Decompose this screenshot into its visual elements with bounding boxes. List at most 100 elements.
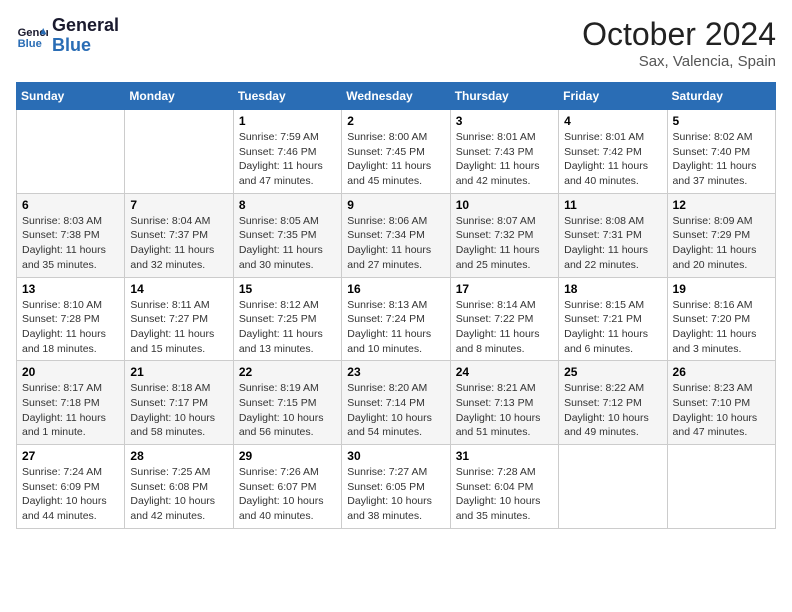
day-info: Sunrise: 8:15 AM Sunset: 7:21 PM Dayligh… <box>564 298 661 357</box>
day-number: 4 <box>564 114 661 128</box>
calendar-cell: 30 Sunrise: 7:27 AM Sunset: 6:05 PM Dayli… <box>342 445 450 529</box>
day-number: 9 <box>347 198 444 212</box>
calendar-cell: 2 Sunrise: 8:00 AM Sunset: 7:45 PM Daylig… <box>342 110 450 194</box>
calendar-cell: 9 Sunrise: 8:06 AM Sunset: 7:34 PM Daylig… <box>342 193 450 277</box>
calendar-cell: 1 Sunrise: 7:59 AM Sunset: 7:46 PM Daylig… <box>233 110 341 194</box>
calendar-cell: 7 Sunrise: 8:04 AM Sunset: 7:37 PM Daylig… <box>125 193 233 277</box>
day-number: 23 <box>347 365 444 379</box>
weekday-header: Monday <box>125 83 233 110</box>
day-number: 30 <box>347 449 444 463</box>
calendar-cell: 15 Sunrise: 8:12 AM Sunset: 7:25 PM Dayli… <box>233 277 341 361</box>
calendar-week-row: 1 Sunrise: 7:59 AM Sunset: 7:46 PM Daylig… <box>17 110 776 194</box>
logo: General Blue General Blue <box>16 16 119 56</box>
calendar-cell: 18 Sunrise: 8:15 AM Sunset: 7:21 PM Dayli… <box>559 277 667 361</box>
calendar-cell: 25Sunrise: 8:22 AM Sunset: 7:12 PM Dayli… <box>559 361 667 445</box>
day-number: 21 <box>130 365 227 379</box>
page-header: General Blue General Blue October 2024 S… <box>16 16 776 70</box>
weekday-header: Wednesday <box>342 83 450 110</box>
day-number: 19 <box>673 282 770 296</box>
day-info: Sunrise: 8:07 AM Sunset: 7:32 PM Dayligh… <box>456 214 553 273</box>
day-info: Sunrise: 8:11 AM Sunset: 7:27 PM Dayligh… <box>130 298 227 357</box>
day-number: 26 <box>673 365 770 379</box>
day-info: Sunrise: 8:05 AM Sunset: 7:35 PM Dayligh… <box>239 214 336 273</box>
day-info: Sunrise: 7:59 AM Sunset: 7:46 PM Dayligh… <box>239 130 336 189</box>
day-info: Sunrise: 8:04 AM Sunset: 7:37 PM Dayligh… <box>130 214 227 273</box>
calendar-week-row: 6 Sunrise: 8:03 AM Sunset: 7:38 PM Daylig… <box>17 193 776 277</box>
calendar-cell: 16 Sunrise: 8:13 AM Sunset: 7:24 PM Dayli… <box>342 277 450 361</box>
calendar-week-row: 13Sunrise: 8:10 AM Sunset: 7:28 PM Dayli… <box>17 277 776 361</box>
calendar-cell <box>667 445 775 529</box>
weekday-header-row: SundayMondayTuesdayWednesdayThursdayFrid… <box>17 83 776 110</box>
calendar-cell: 29 Sunrise: 7:26 AM Sunset: 6:07 PM Dayli… <box>233 445 341 529</box>
day-info: Sunrise: 8:06 AM Sunset: 7:34 PM Dayligh… <box>347 214 444 273</box>
day-number: 28 <box>130 449 227 463</box>
calendar-week-row: 27Sunrise: 7:24 AM Sunset: 6:09 PM Dayli… <box>17 445 776 529</box>
day-info: Sunrise: 8:03 AM Sunset: 7:38 PM Dayligh… <box>22 214 119 273</box>
day-number: 12 <box>673 198 770 212</box>
calendar-cell: 3Sunrise: 8:01 AM Sunset: 7:43 PM Daylig… <box>450 110 558 194</box>
weekday-header: Tuesday <box>233 83 341 110</box>
day-number: 22 <box>239 365 336 379</box>
day-info: Sunrise: 8:02 AM Sunset: 7:40 PM Dayligh… <box>673 130 770 189</box>
day-info: Sunrise: 8:18 AM Sunset: 7:17 PM Dayligh… <box>130 381 227 440</box>
day-number: 2 <box>347 114 444 128</box>
calendar-cell: 31Sunrise: 7:28 AM Sunset: 6:04 PM Dayli… <box>450 445 558 529</box>
logo-text: General Blue <box>52 16 119 56</box>
calendar-week-row: 20Sunrise: 8:17 AM Sunset: 7:18 PM Dayli… <box>17 361 776 445</box>
calendar-cell: 22 Sunrise: 8:19 AM Sunset: 7:15 PM Dayli… <box>233 361 341 445</box>
day-info: Sunrise: 8:09 AM Sunset: 7:29 PM Dayligh… <box>673 214 770 273</box>
day-number: 29 <box>239 449 336 463</box>
day-number: 10 <box>456 198 553 212</box>
calendar-cell: 6 Sunrise: 8:03 AM Sunset: 7:38 PM Daylig… <box>17 193 125 277</box>
day-info: Sunrise: 8:23 AM Sunset: 7:10 PM Dayligh… <box>673 381 770 440</box>
day-info: Sunrise: 7:25 AM Sunset: 6:08 PM Dayligh… <box>130 465 227 524</box>
day-number: 1 <box>239 114 336 128</box>
day-info: Sunrise: 7:26 AM Sunset: 6:07 PM Dayligh… <box>239 465 336 524</box>
day-number: 7 <box>130 198 227 212</box>
svg-text:Blue: Blue <box>18 38 42 50</box>
calendar-cell: 26 Sunrise: 8:23 AM Sunset: 7:10 PM Dayli… <box>667 361 775 445</box>
calendar-cell: 28 Sunrise: 7:25 AM Sunset: 6:08 PM Dayli… <box>125 445 233 529</box>
day-number: 14 <box>130 282 227 296</box>
calendar-cell: 23 Sunrise: 8:20 AM Sunset: 7:14 PM Dayli… <box>342 361 450 445</box>
day-number: 24 <box>456 365 553 379</box>
day-info: Sunrise: 8:21 AM Sunset: 7:13 PM Dayligh… <box>456 381 553 440</box>
calendar-cell: 10 Sunrise: 8:07 AM Sunset: 7:32 PM Dayli… <box>450 193 558 277</box>
day-number: 6 <box>22 198 119 212</box>
day-info: Sunrise: 8:08 AM Sunset: 7:31 PM Dayligh… <box>564 214 661 273</box>
weekday-header: Friday <box>559 83 667 110</box>
day-number: 20 <box>22 365 119 379</box>
day-number: 18 <box>564 282 661 296</box>
day-info: Sunrise: 8:01 AM Sunset: 7:42 PM Dayligh… <box>564 130 661 189</box>
month-title: October 2024 <box>582 16 776 53</box>
title-block: October 2024 Sax, Valencia, Spain <box>582 16 776 70</box>
day-number: 27 <box>22 449 119 463</box>
calendar-cell <box>559 445 667 529</box>
day-info: Sunrise: 8:12 AM Sunset: 7:25 PM Dayligh… <box>239 298 336 357</box>
day-number: 3 <box>456 114 553 128</box>
day-info: Sunrise: 7:27 AM Sunset: 6:05 PM Dayligh… <box>347 465 444 524</box>
day-info: Sunrise: 8:10 AM Sunset: 7:28 PM Dayligh… <box>22 298 119 357</box>
weekday-header: Thursday <box>450 83 558 110</box>
calendar-cell: 19Sunrise: 8:16 AM Sunset: 7:20 PM Dayli… <box>667 277 775 361</box>
calendar-cell: 20Sunrise: 8:17 AM Sunset: 7:18 PM Dayli… <box>17 361 125 445</box>
calendar-cell <box>125 110 233 194</box>
calendar-cell: 21 Sunrise: 8:18 AM Sunset: 7:17 PM Dayli… <box>125 361 233 445</box>
day-number: 11 <box>564 198 661 212</box>
calendar-cell: 11 Sunrise: 8:08 AM Sunset: 7:31 PM Dayli… <box>559 193 667 277</box>
calendar-cell: 24 Sunrise: 8:21 AM Sunset: 7:13 PM Dayli… <box>450 361 558 445</box>
day-number: 16 <box>347 282 444 296</box>
calendar-cell: 4 Sunrise: 8:01 AM Sunset: 7:42 PM Daylig… <box>559 110 667 194</box>
calendar: SundayMondayTuesdayWednesdayThursdayFrid… <box>16 82 776 529</box>
day-info: Sunrise: 8:19 AM Sunset: 7:15 PM Dayligh… <box>239 381 336 440</box>
calendar-cell: 17Sunrise: 8:14 AM Sunset: 7:22 PM Dayli… <box>450 277 558 361</box>
logo-icon: General Blue <box>16 20 48 52</box>
calendar-cell: 5 Sunrise: 8:02 AM Sunset: 7:40 PM Daylig… <box>667 110 775 194</box>
day-number: 15 <box>239 282 336 296</box>
day-number: 8 <box>239 198 336 212</box>
day-info: Sunrise: 8:20 AM Sunset: 7:14 PM Dayligh… <box>347 381 444 440</box>
day-info: Sunrise: 8:13 AM Sunset: 7:24 PM Dayligh… <box>347 298 444 357</box>
day-info: Sunrise: 7:28 AM Sunset: 6:04 PM Dayligh… <box>456 465 553 524</box>
day-info: Sunrise: 8:00 AM Sunset: 7:45 PM Dayligh… <box>347 130 444 189</box>
day-number: 5 <box>673 114 770 128</box>
